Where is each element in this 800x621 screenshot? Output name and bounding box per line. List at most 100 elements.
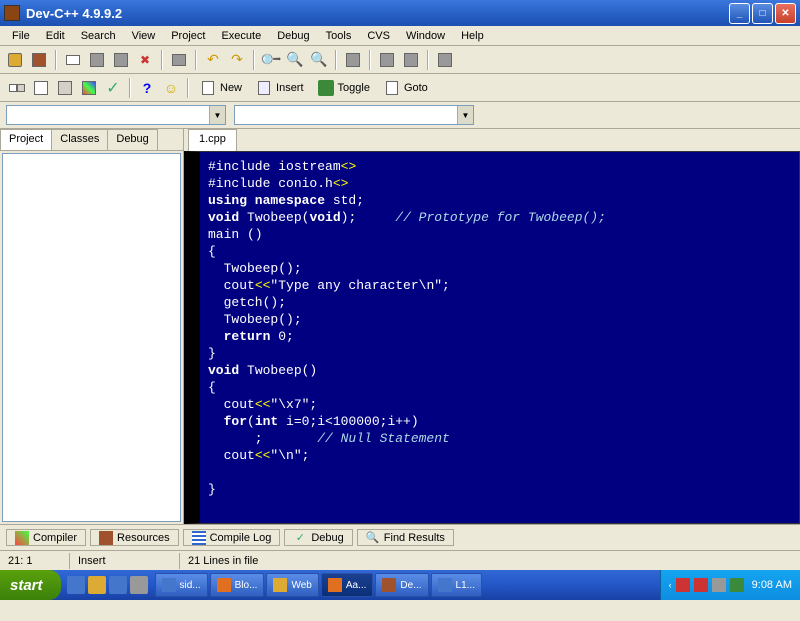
compiler-icon [15,531,29,545]
window-title: Dev-C++ 4.9.9.2 [26,6,122,21]
rebuild-icon[interactable] [434,49,456,71]
menu-file[interactable]: File [4,28,38,44]
tab-resources[interactable]: Resources [90,529,179,546]
code-editor[interactable]: #include iostream<> #include conio.h<> u… [184,151,800,524]
insert-icon [256,80,272,96]
resources-icon [99,531,113,545]
tray-volume-icon[interactable] [712,578,726,592]
toolbar-secondary: ✓ ? ☺ New Insert Toggle Goto [0,74,800,102]
tab-find-results[interactable]: 🔍Find Results [357,529,454,546]
open-icon[interactable] [62,49,84,71]
taskbar-item[interactable]: sid... [155,573,208,597]
function-browser-combo[interactable]: ▼ [234,105,474,125]
tab-compiler[interactable]: Compiler [6,529,86,546]
menu-tools[interactable]: Tools [318,28,360,44]
menu-search[interactable]: Search [73,28,124,44]
tab-project[interactable]: Project [0,129,52,150]
tray-icon[interactable] [694,578,708,592]
menu-execute[interactable]: Execute [213,28,269,44]
project-tree[interactable] [2,153,181,522]
compilerun-icon[interactable] [400,49,422,71]
findnext-icon[interactable]: 🔍 [308,49,330,71]
save-icon[interactable] [86,49,108,71]
taskbar-item[interactable]: Aa... [321,573,374,597]
goto-button[interactable]: Goto [378,78,434,98]
replace-icon[interactable]: 🔍 [284,49,306,71]
taskbar-item[interactable]: Blo... [210,573,265,597]
status-mode: Insert [70,553,180,569]
toggle-button[interactable]: Toggle [312,78,376,98]
app-icon [162,578,176,592]
editor-tab-1cpp[interactable]: 1.cpp [188,129,237,151]
chevron-down-icon[interactable]: ▼ [457,106,473,124]
run-icon[interactable] [376,49,398,71]
debug-icon: ✓ [293,531,307,545]
saveall-icon[interactable] [110,49,132,71]
taskbar-item[interactable]: De... [375,573,428,597]
app-icon [382,578,396,592]
tray-shield-icon[interactable] [730,578,744,592]
undo-icon[interactable]: ↶ [202,49,224,71]
tab-debug-bottom[interactable]: ✓Debug [284,529,352,546]
combo-row: ▼ ▼ [0,102,800,129]
taskbar: start sid... Blo... Web Aa... De... L1..… [0,570,800,600]
menu-debug[interactable]: Debug [269,28,317,44]
squares-icon-1[interactable] [6,77,28,99]
menu-project[interactable]: Project [163,28,213,44]
new-source-icon[interactable] [4,49,26,71]
chevron-down-icon[interactable]: ▼ [209,106,225,124]
ql-explorer-icon[interactable] [109,576,127,594]
new-project-icon[interactable] [28,49,50,71]
minimize-button[interactable]: _ [729,3,750,24]
output-tabs: Compiler Resources Compile Log ✓Debug 🔍F… [0,524,800,550]
ql-chrome-icon[interactable] [88,576,106,594]
tab-debug[interactable]: Debug [107,129,157,150]
taskbar-item[interactable]: Web [266,573,318,597]
app-icon [4,5,20,21]
redo-icon[interactable]: ↷ [226,49,248,71]
goto-icon [384,80,400,96]
start-button[interactable]: start [0,570,61,600]
menu-cvs[interactable]: CVS [359,28,398,44]
clock[interactable]: 9:08 AM [752,579,792,591]
status-position: 21: 1 [0,553,70,569]
menu-help[interactable]: Help [453,28,492,44]
ql-ie-icon[interactable] [67,576,85,594]
ql-desktop-icon[interactable] [130,576,148,594]
insert-button[interactable]: Insert [250,78,310,98]
about-icon[interactable]: ☺ [160,77,182,99]
menu-view[interactable]: View [124,28,164,44]
status-lines: 21 Lines in file [180,553,800,569]
taskbar-item[interactable]: L1... [431,573,482,597]
system-tray: ‹ 9:08 AM [660,570,800,600]
class-browser-combo[interactable]: ▼ [6,105,226,125]
titlebar: Dev-C++ 4.9.9.2 _ □ ✕ [0,0,800,26]
app-icon [438,578,452,592]
maximize-button[interactable]: □ [752,3,773,24]
project-panel: Project Classes Debug [0,129,184,524]
print-icon[interactable] [168,49,190,71]
squares-icon-4[interactable] [78,77,100,99]
compile-icon[interactable] [342,49,364,71]
close-file-icon[interactable]: ✖ [134,49,156,71]
new-file-icon [200,80,216,96]
statusbar: 21: 1 Insert 21 Lines in file [0,550,800,570]
app-icon [273,578,287,592]
squares-icon-3[interactable] [54,77,76,99]
tray-icon[interactable] [676,578,690,592]
compile-log-icon [192,531,206,545]
squares-icon-2[interactable] [30,77,52,99]
menubar: File Edit Search View Project Execute De… [0,26,800,46]
find-icon[interactable]: 🔍 [260,49,282,71]
close-button[interactable]: ✕ [775,3,796,24]
toolbar-main: ✖ ↶ ↷ 🔍 🔍 🔍 [0,46,800,74]
menu-edit[interactable]: Edit [38,28,73,44]
tab-classes[interactable]: Classes [51,129,108,150]
menu-window[interactable]: Window [398,28,453,44]
help-icon[interactable]: ? [136,77,158,99]
toggle-icon [318,80,334,96]
check-icon[interactable]: ✓ [102,77,124,99]
new-button[interactable]: New [194,78,248,98]
app-icon [328,578,342,592]
tab-compile-log[interactable]: Compile Log [183,529,281,546]
